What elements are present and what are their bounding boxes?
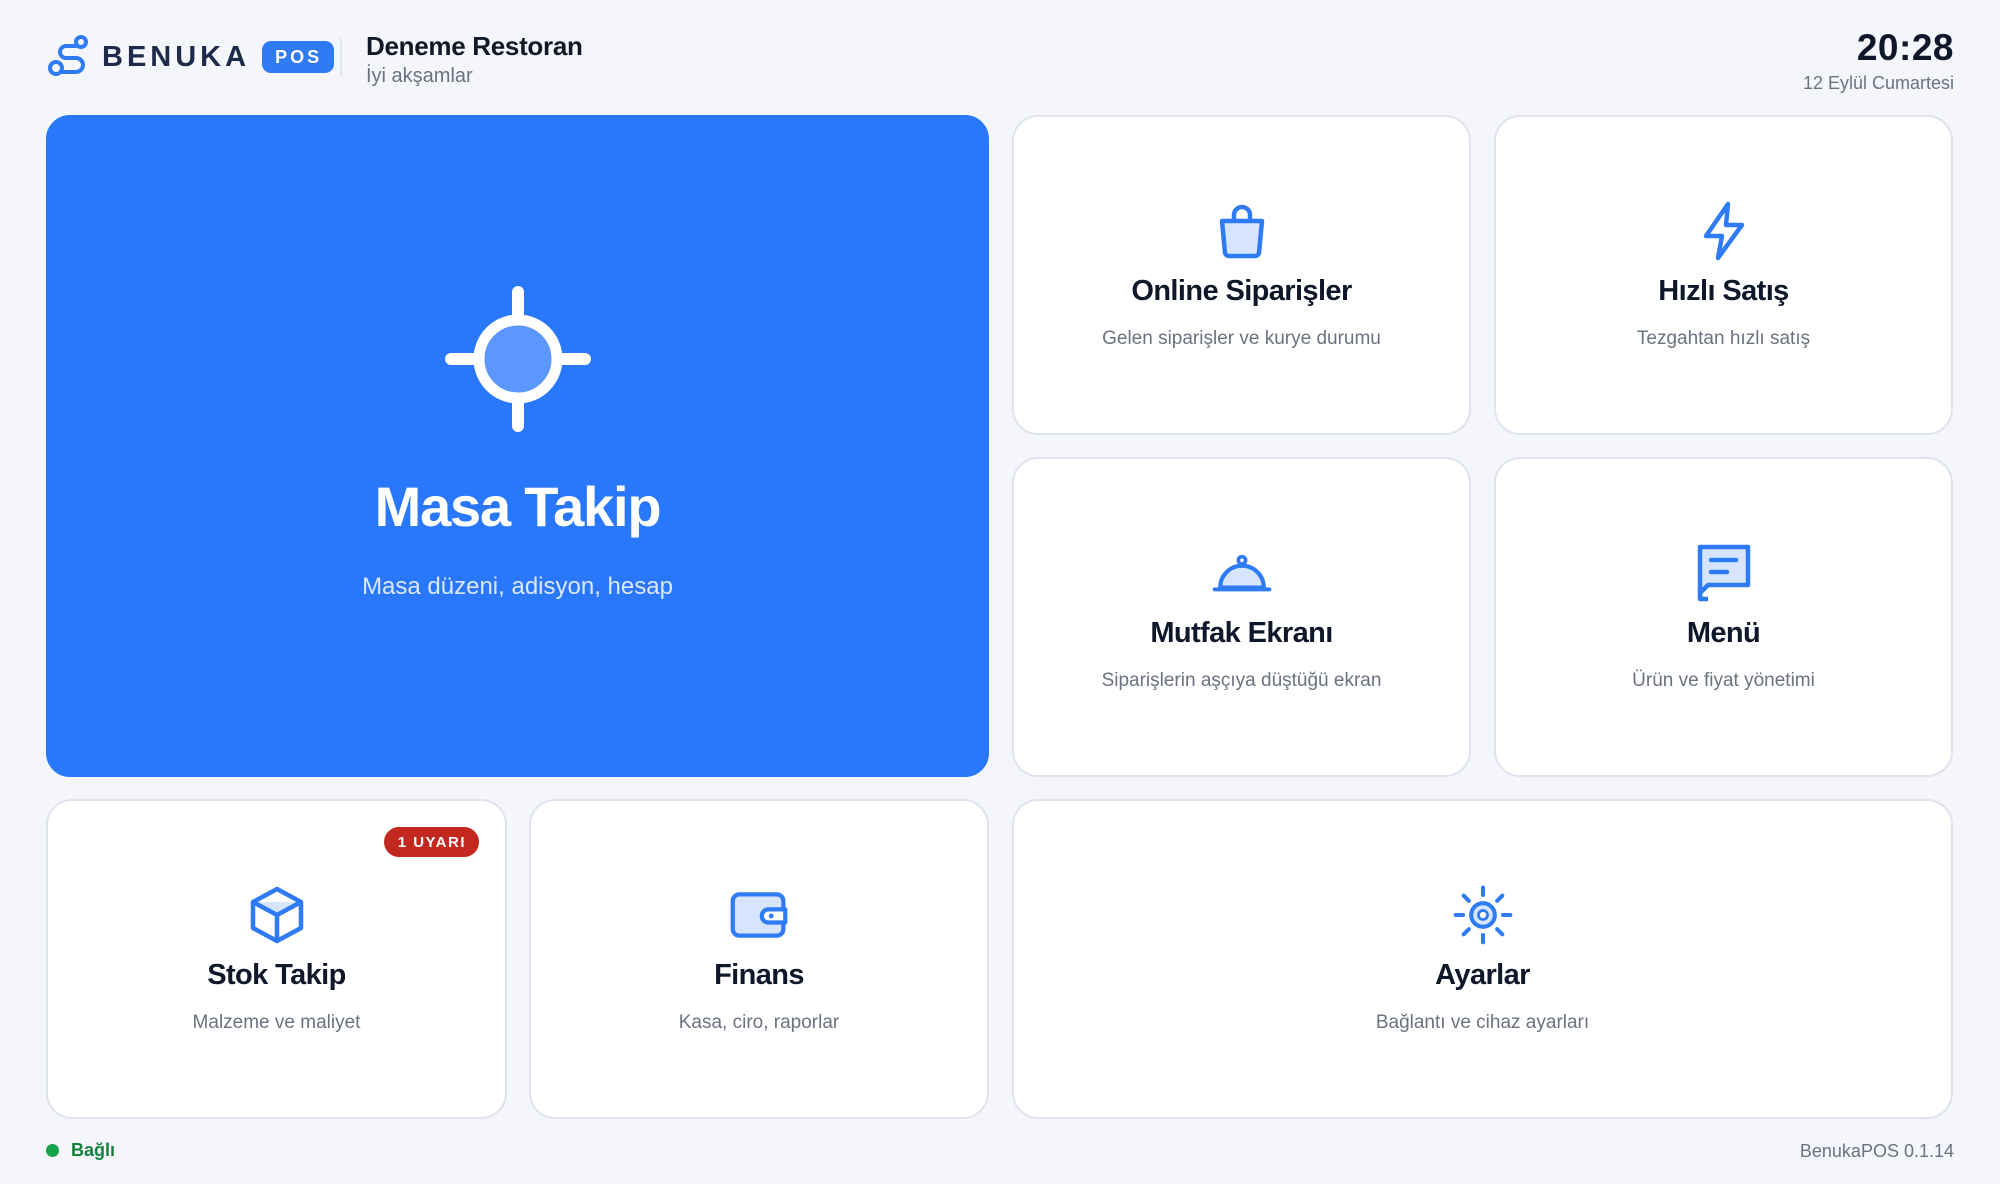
clock-time: 20:28 (1856, 27, 1954, 68)
tile-title: Finans (714, 958, 804, 991)
lightning-icon (1703, 201, 1744, 260)
tile-subtitle: Tezgahtan hızlı satış (1636, 327, 1811, 349)
brand-name: BENUKA (102, 40, 251, 73)
restaurant-name: Deneme Restoran (366, 31, 583, 61)
tile-title: Menü (1686, 616, 1761, 649)
tile-title: Stok Takip (207, 958, 346, 991)
tile-stok-takip[interactable]: 1 UYARI Stok Takip Malzeme ve maliyet (46, 799, 507, 1119)
tile-menu[interactable]: Menü Ürün ve fiyat yönetimi (1494, 457, 1953, 777)
connection-status: Bağlı (46, 1140, 115, 1161)
tile-title: Masa Takip (374, 474, 662, 538)
footer: Bağlı BenukaPOS 0.1.14 (46, 1140, 1954, 1164)
clock-date: 12 Eylül Cumartesi (1802, 73, 1954, 93)
header-divider (340, 38, 342, 76)
cloche-icon (1212, 554, 1271, 591)
tile-subtitle: Malzeme ve maliyet (192, 1011, 361, 1033)
tile-subtitle: Bağlantı ve cihaz ayarları (1375, 1011, 1590, 1033)
header: BENUKA POS Deneme Restoran İyi akşamlar … (46, 27, 1954, 93)
route-logo-icon (48, 35, 88, 76)
tile-title: Online Siparişler (1131, 274, 1352, 307)
warning-badge: 1 UYARI (383, 827, 479, 857)
tile-mutfak-ekrani[interactable]: Mutfak Ekranı Siparişlerin aşçıya düştüğ… (1012, 457, 1471, 777)
wallet-icon (730, 891, 788, 938)
brand: BENUKA POS (46, 34, 335, 80)
box-icon (250, 886, 303, 943)
restaurant-info: Deneme Restoran İyi akşamlar (366, 31, 583, 88)
tile-subtitle: Kasa, ciro, raporlar (678, 1011, 840, 1033)
tile-finans[interactable]: Finans Kasa, ciro, raporlar (529, 799, 989, 1119)
tile-subtitle: Siparişlerin aşçıya düştüğü ekran (1101, 669, 1382, 691)
app-version: BenukaPOS 0.1.14 (1799, 1141, 1954, 1161)
document-icon (1697, 544, 1750, 601)
brand-pos-badge: POS (262, 41, 335, 73)
tile-ayarlar[interactable]: Ayarlar Bağlantı ve cihaz ayarları (1012, 799, 1953, 1119)
connection-label: Bağlı (71, 1140, 116, 1160)
shopping-bag-icon (1219, 204, 1264, 258)
tile-title: Mutfak Ekranı (1150, 616, 1333, 649)
tile-hizli-satis[interactable]: Hızlı Satış Tezgahtan hızlı satış (1494, 115, 1953, 435)
status-dot-icon (46, 1144, 59, 1157)
tile-subtitle: Gelen siparişler ve kurye durumu (1102, 327, 1381, 349)
greeting: İyi akşamlar (366, 65, 473, 87)
tile-subtitle: Masa düzeni, adisyon, hesap (362, 572, 673, 600)
tile-title: Ayarlar (1435, 958, 1530, 991)
tile-subtitle: Ürün ve fiyat yönetimi (1632, 669, 1815, 691)
tile-title: Hızlı Satış (1658, 274, 1789, 307)
clock: 20:28 12 Eylül Cumartesi (1803, 27, 1954, 94)
tile-online-siparisler[interactable]: Online Siparişler Gelen siparişler ve ku… (1012, 115, 1471, 435)
crosshair-icon (444, 285, 591, 432)
tile-masa-takip[interactable]: Masa Takip Masa düzeni, adisyon, hesap (46, 115, 989, 777)
sun-gear-icon (1453, 885, 1512, 944)
